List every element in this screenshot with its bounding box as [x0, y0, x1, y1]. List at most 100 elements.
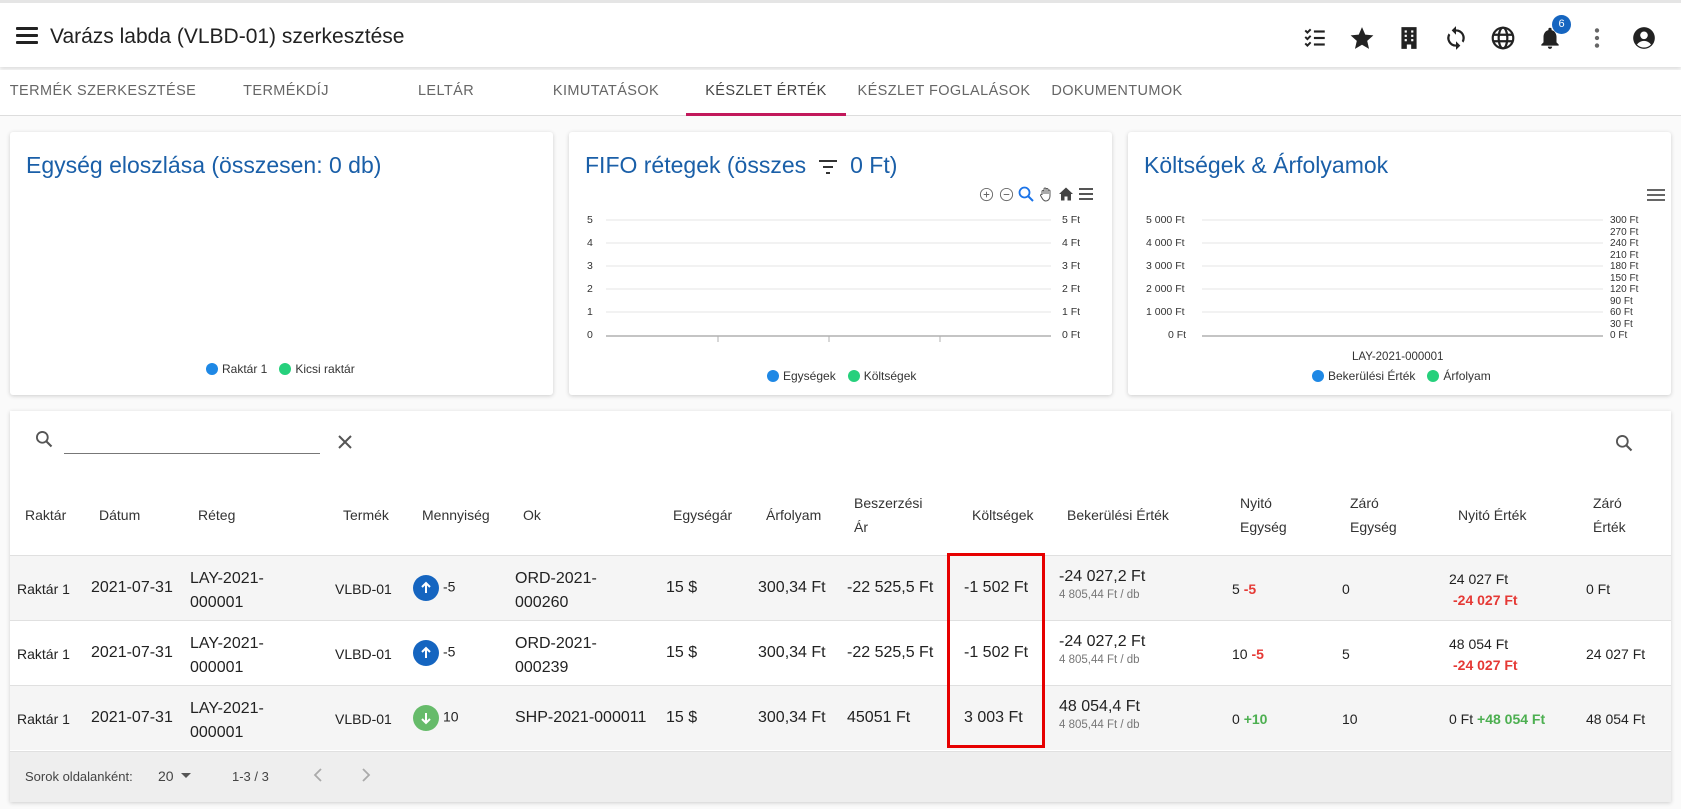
legend-item[interactable]: Költségek	[847, 369, 916, 383]
y2-tick-label: 5 Ft	[1062, 214, 1081, 226]
tab-termek-szerkesztese[interactable]: Termék szerkesztése	[0, 70, 206, 116]
tab-keszlet-foglalasok[interactable]: Készlet foglalások	[846, 70, 1042, 116]
cell-arfolyam: 300,34 Ft	[758, 644, 826, 661]
y-tick-label: 2 000 Ft	[1146, 283, 1185, 295]
search-input[interactable]	[64, 433, 320, 455]
col-header-zaro-ertek[interactable]: Záró Érték	[1593, 491, 1626, 539]
y-tick-label: 5 000 Ft	[1146, 214, 1185, 226]
page-range: 1-3 / 3	[232, 769, 269, 784]
col-header-datum[interactable]: Dátum	[99, 503, 140, 527]
cell-zaro-ertek: 0 Ft	[1586, 581, 1611, 597]
cell-bekerulesi-ertek: -24 027,2 Ft 4 805,44 Ft / db	[1059, 633, 1145, 666]
col-header-ok[interactable]: Ok	[523, 503, 541, 527]
cell-line: ORD-2021-	[515, 570, 597, 587]
y2-tick-label: 240 Ft	[1610, 238, 1639, 249]
y2-tick-label: 0 Ft	[1062, 329, 1081, 341]
tab-dokumentumok[interactable]: Dokumentumok	[1042, 70, 1192, 116]
legend-item[interactable]: Raktár 1	[206, 362, 267, 376]
more-vert-icon[interactable]	[1580, 21, 1614, 55]
cell-line: LAY-2021-	[190, 635, 264, 652]
col-header-bekerulesi-ertek[interactable]: Bekerülési Érték	[1067, 503, 1169, 527]
y2-tick-label: 60 Ft	[1610, 307, 1633, 318]
tab-leltar[interactable]: Leltár	[366, 70, 526, 116]
table-row[interactable]: Raktár 1 2021-07-31 LAY-2021- 000001 VLBD…	[10, 685, 1671, 750]
arrow-down-icon	[413, 705, 439, 731]
tab-termekdij[interactable]: Termékdíj	[206, 70, 366, 116]
cell-beszerzesi-ar: 45051 Ft	[847, 709, 911, 726]
cell-mennyiseg: 10	[413, 705, 459, 731]
cell-ok[interactable]: ORD-2021- 000260	[515, 567, 597, 615]
menu-icon[interactable]	[16, 27, 38, 45]
col-header-mennyiseg[interactable]: Mennyiség	[422, 503, 490, 527]
col-header-termek[interactable]: Termék	[343, 503, 389, 527]
account-icon[interactable]	[1627, 21, 1661, 55]
cell-line: LAY-2021-	[190, 570, 264, 587]
cell-mennyiseg: -5	[413, 640, 455, 666]
col-header-nyito-ertek[interactable]: Nyitó Érték	[1458, 503, 1526, 527]
checklist-icon[interactable]	[1298, 21, 1332, 55]
globe-icon[interactable]	[1486, 21, 1520, 55]
col-header-raktar[interactable]: Raktár	[25, 503, 66, 527]
bell-icon[interactable]: 6	[1533, 15, 1571, 55]
cell-value: 48 054 Ft	[1449, 636, 1509, 652]
cell-nyito-ertek: 48 054 Ft -24 027 Ft	[1449, 634, 1518, 676]
units-card-title: Egység eloszlása (összesen: 0 db)	[26, 152, 382, 178]
fifo-layers-card: FIFO rétegek (összes 0 Ft) 5 4 3 2 1 0 5 …	[569, 132, 1112, 395]
sync-icon[interactable]	[1439, 21, 1473, 55]
cell-delta: +10	[1243, 711, 1268, 727]
y2-tick-label: 270 Ft	[1610, 226, 1639, 238]
cell-termek: VLBD-01	[335, 711, 392, 727]
next-page-icon[interactable]	[358, 766, 374, 787]
stock-value-table-card: Raktár Dátum Réteg Termék Mennyiség Ok E…	[10, 411, 1671, 802]
cell-delta: -24 027 Ft	[1453, 657, 1518, 673]
col-header-egysegar[interactable]: Egységár	[673, 503, 732, 527]
y2-tick-label: 90 Ft	[1610, 295, 1633, 307]
y2-tick-label: 300 Ft	[1610, 215, 1639, 226]
cell-termek: VLBD-01	[335, 646, 392, 662]
col-header-zaro-egyseg[interactable]: Záró Egység	[1350, 491, 1397, 539]
clear-icon[interactable]	[336, 433, 354, 456]
cell-nyito-egyseg: 10 -5	[1232, 646, 1264, 662]
cell-ok[interactable]: ORD-2021- 000239	[515, 632, 597, 680]
units-distribution-card: Egység eloszlása (összesen: 0 db) Raktár…	[10, 132, 553, 395]
tab-bar: Termék szerkesztése Termékdíj Leltár Kim…	[0, 70, 1681, 116]
tab-kimutatasok[interactable]: Kimutatások	[526, 70, 686, 116]
table-row[interactable]: Raktár 1 2021-07-31 LAY-2021- 000001 VLBD…	[10, 620, 1671, 685]
star-icon[interactable]	[1345, 21, 1379, 55]
legend-label: Egységek	[783, 369, 836, 383]
search-toggle-icon[interactable]	[1614, 433, 1634, 458]
quantity-value: -5	[443, 578, 456, 595]
col-header-line: Érték	[1593, 519, 1626, 535]
rows-per-page-select[interactable]: 20	[158, 768, 193, 784]
cell-arfolyam: 300,34 Ft	[758, 579, 826, 596]
legend-item[interactable]: Kicsi raktár	[279, 362, 355, 376]
cell-datum: 2021-07-31	[91, 579, 173, 596]
table-row[interactable]: Raktár 1 2021-07-31 LAY-2021- 000001 VLBD…	[10, 555, 1671, 620]
cell-value: 10	[1232, 646, 1248, 662]
cell-egysegar: 15 $	[666, 644, 698, 661]
cell-reteg[interactable]: LAY-2021- 000001	[190, 697, 264, 745]
legend-dot	[767, 370, 779, 382]
cell-reteg[interactable]: LAY-2021- 000001	[190, 632, 264, 680]
cell-line: 000001	[190, 594, 244, 611]
legend-item[interactable]: Árfolyam	[1427, 369, 1491, 383]
col-header-koltsegek[interactable]: Költségek	[972, 503, 1033, 527]
legend-item[interactable]: Egységek	[767, 369, 836, 383]
col-header-beszerzesi-ar[interactable]: Beszerzési Ár	[854, 491, 922, 539]
cell-zaro-egyseg: 5	[1342, 646, 1350, 662]
col-header-reteg[interactable]: Réteg	[198, 503, 235, 527]
cell-reteg[interactable]: LAY-2021- 000001	[190, 567, 264, 615]
col-header-arfolyam[interactable]: Árfolyam	[766, 503, 821, 527]
prev-page-icon[interactable]	[310, 766, 326, 787]
legend-item[interactable]: Bekerülési Érték	[1312, 369, 1415, 383]
cell-value: 24 027 Ft	[1449, 571, 1509, 587]
cell-value: 48 054,4 Ft	[1059, 698, 1140, 715]
cell-subvalue: 4 805,44 Ft / db	[1059, 719, 1140, 731]
building-icon[interactable]	[1392, 21, 1426, 55]
tab-keszlet-ertek[interactable]: Készlet érték	[686, 70, 846, 116]
cell-egysegar: 15 $	[666, 709, 698, 726]
col-header-nyito-egyseg[interactable]: Nyitó Egység	[1240, 491, 1287, 539]
y2-tick-label: 180 Ft	[1610, 261, 1639, 272]
cell-ok[interactable]: SHP-2021-000011	[515, 709, 646, 727]
y2-tick-label: 210 Ft	[1610, 249, 1639, 261]
